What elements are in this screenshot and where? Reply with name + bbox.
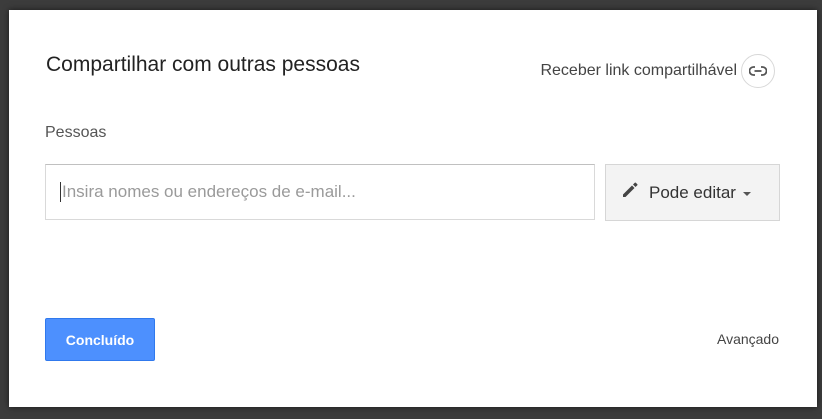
permission-dropdown[interactable]: Pode editar (605, 164, 780, 221)
chevron-down-icon (742, 191, 751, 196)
share-dialog: Compartilhar com outras pessoas Receber … (9, 10, 817, 407)
get-shareable-link-button[interactable]: Receber link compartilhável (540, 54, 775, 88)
people-section-label: Pessoas (45, 124, 107, 141)
dialog-title: Compartilhar com outras pessoas (46, 53, 360, 76)
pencil-icon (621, 181, 639, 204)
link-icon[interactable] (741, 54, 775, 88)
people-input[interactable] (62, 182, 594, 202)
done-button[interactable]: Concluído (45, 318, 155, 361)
people-input-container[interactable] (45, 164, 595, 220)
advanced-link[interactable]: Avançado (717, 331, 779, 347)
get-shareable-link-label: Receber link compartilhável (540, 62, 737, 79)
permission-label: Pode editar (649, 182, 736, 202)
text-cursor (60, 182, 61, 202)
modal-backdrop: Compartilhar com outras pessoas Receber … (0, 0, 822, 419)
